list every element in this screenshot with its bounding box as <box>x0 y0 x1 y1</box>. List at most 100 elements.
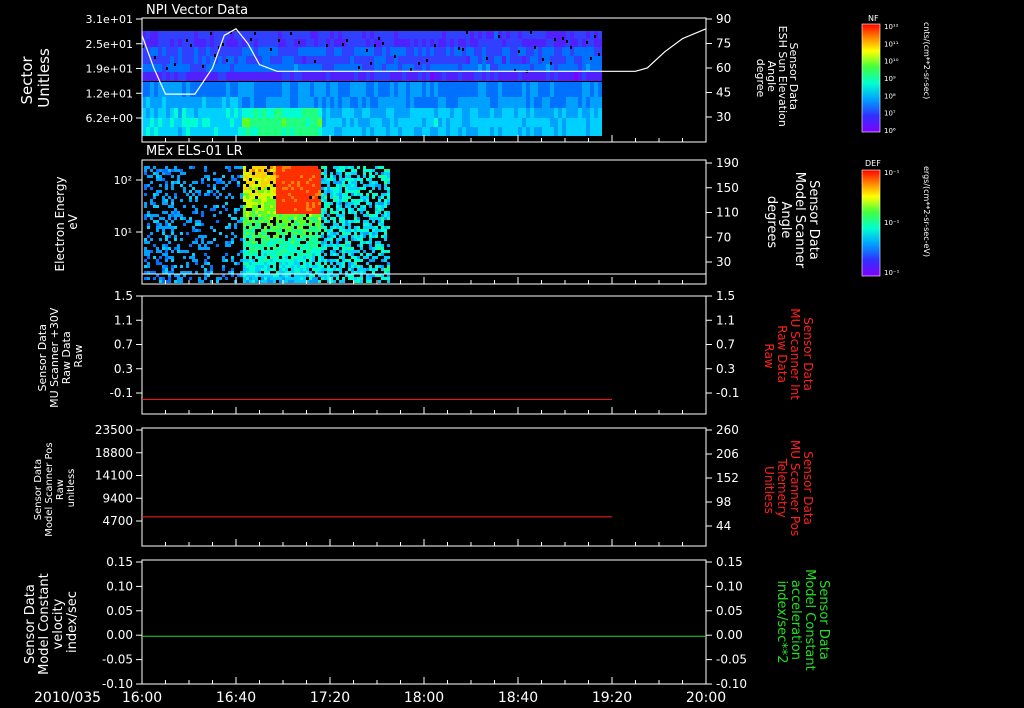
els-heat-cell <box>291 193 294 196</box>
npi-heat-cell <box>142 47 146 56</box>
npi-heat-cell <box>318 31 322 39</box>
els-heat-cell <box>342 169 345 172</box>
npi-heat-cell <box>378 108 382 118</box>
npi-heat-cell <box>510 72 514 81</box>
els-heat-cell <box>249 220 252 223</box>
npi-heat-cell <box>154 97 158 108</box>
els-heat-cell <box>369 169 372 172</box>
npi-heat-gap <box>290 32 292 35</box>
els-heat-cell <box>297 259 300 262</box>
els-heat-cell <box>333 280 336 283</box>
npi-heat-cell <box>574 72 578 81</box>
colorbar-def-units: ergs/(cm**2-sr-sec-eV) <box>922 166 931 257</box>
npi-heat-cell <box>258 72 262 81</box>
npi-heat-gap <box>562 37 564 40</box>
els-heat-cell <box>192 256 195 259</box>
els-heat-cell <box>264 280 267 283</box>
npi-heat-cell <box>254 39 258 47</box>
els-heat-cell <box>162 217 165 220</box>
els-heat-cell <box>174 235 177 238</box>
npi-heat-cell <box>390 108 394 118</box>
els-heat-cell <box>147 211 150 214</box>
npi-heat-cell <box>346 97 350 108</box>
els-heat-cell <box>381 196 384 199</box>
els-heat-cell <box>255 241 258 244</box>
els-heat-cell <box>183 172 186 175</box>
els-heat-cell <box>369 247 372 250</box>
npi-heat-cell <box>190 47 194 56</box>
npi-heat-cell <box>474 39 478 47</box>
npi-heat-cell <box>326 82 330 97</box>
els-heat-cell <box>276 214 279 217</box>
npi-heat-cell <box>494 97 498 108</box>
npi-heat-cell <box>234 39 238 47</box>
els-heat-cell <box>294 232 297 235</box>
els-heat-cell <box>165 268 168 271</box>
npi-heat-cell <box>598 118 602 127</box>
npi-heat-cell <box>514 72 518 81</box>
npi-heat-cell <box>382 108 386 118</box>
els-heat-cell <box>255 280 258 283</box>
els-heat-cell <box>306 202 309 205</box>
npi-heat-cell <box>214 97 218 108</box>
els-heat-cell <box>267 223 270 226</box>
npi-heat-cell <box>206 82 210 97</box>
npi-heat-cell <box>482 56 486 64</box>
els-heat-cell <box>360 229 363 232</box>
npi-heat-cell <box>194 118 198 127</box>
npi-heat-cell <box>166 97 170 108</box>
npi-heat-cell <box>222 97 226 108</box>
npi-heat-cell <box>470 97 474 108</box>
npi-heat-cell <box>450 72 454 81</box>
els-heat-cell <box>306 256 309 259</box>
els-heat-cell <box>285 256 288 259</box>
els-heat-cell <box>222 175 225 178</box>
npi-heat-cell <box>342 47 346 56</box>
els-heat-cell <box>366 211 369 214</box>
els-heat-cell <box>282 268 285 271</box>
npi-heat-cell <box>254 127 258 136</box>
els-heat-cell <box>195 223 198 226</box>
els-heat-cell <box>246 244 249 247</box>
npi-heat-cell <box>158 108 162 118</box>
els-heat-cell <box>246 205 249 208</box>
npi-heat-cell <box>182 39 186 47</box>
els-heat-cell <box>312 280 315 283</box>
els-heat-cell <box>228 244 231 247</box>
els-heat-cell <box>174 181 177 184</box>
els-heat-cell <box>351 229 354 232</box>
els-heat-cell <box>156 220 159 223</box>
npi-heat-cell <box>514 82 518 97</box>
npi-heat-cell <box>538 47 542 56</box>
els-heat-cell <box>252 166 255 169</box>
els-heat-cell <box>159 277 162 280</box>
els-heat-cell <box>279 253 282 256</box>
npi-heat-cell <box>366 118 370 127</box>
els-heat-cell <box>276 208 279 211</box>
els-heat-cell <box>315 250 318 253</box>
els-heat-cell <box>318 265 321 268</box>
els-heat-cell <box>231 232 234 235</box>
npi-heat-cell <box>522 118 526 127</box>
els-heat-cell <box>315 244 318 247</box>
els-heat-cell <box>369 226 372 229</box>
els-heat-cell <box>165 181 168 184</box>
els-heat-cell <box>285 277 288 280</box>
els-heat-cell <box>285 166 288 169</box>
npi-heat-cell <box>378 47 382 56</box>
npi-heat-cell <box>466 118 470 127</box>
els-ylabel: Electron Energy eV <box>53 173 80 272</box>
els-heat-cell <box>261 214 264 217</box>
els-heat-cell <box>207 193 210 196</box>
npi-heat-cell <box>554 82 558 97</box>
els-heat-cell <box>282 190 285 193</box>
els-heat-cell <box>198 190 201 193</box>
els-heat-cell <box>363 232 366 235</box>
els-heat-cell <box>342 208 345 211</box>
els-heat-cell <box>168 214 171 217</box>
els-heat-cell <box>246 280 249 283</box>
els-heat-cell <box>339 217 342 220</box>
els-heat-cell <box>210 268 213 271</box>
npi-heat-cell <box>518 56 522 64</box>
els-heat-cell <box>342 214 345 217</box>
